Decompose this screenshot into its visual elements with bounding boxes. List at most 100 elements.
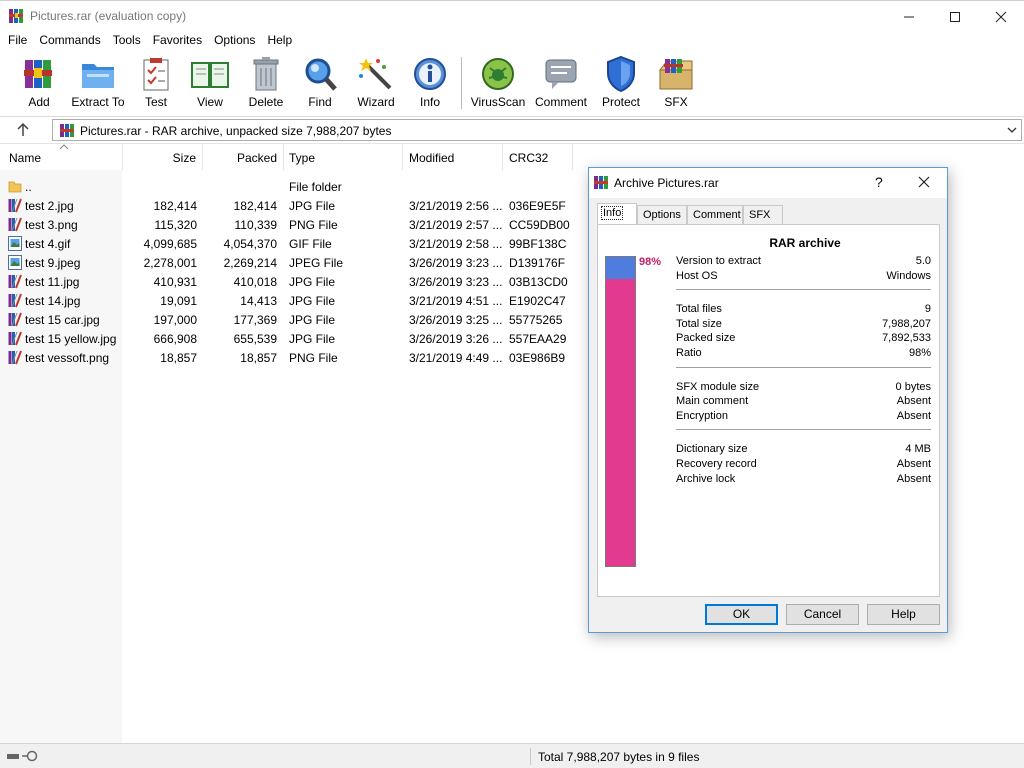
cell-packed: 110,339 bbox=[234, 218, 278, 232]
add-button[interactable]: Add bbox=[19, 54, 59, 112]
close-button[interactable] bbox=[978, 1, 1024, 32]
cell-type: File folder bbox=[289, 180, 342, 194]
extract-to-button[interactable]: Extract To bbox=[70, 54, 126, 112]
up-arrow-icon[interactable] bbox=[14, 121, 32, 139]
info-button[interactable]: Info bbox=[410, 54, 450, 112]
table-row[interactable]: test 15 yellow.jpg 666,908 655,539 JPG File… bbox=[0, 329, 600, 348]
table-row[interactable]: test 4.gif 4,099,685 4,054,370 GIF File 3/21… bbox=[0, 234, 600, 253]
tab-info-label: Info bbox=[601, 206, 624, 220]
wizard-button[interactable]: Wizard bbox=[354, 54, 398, 112]
virus-scan-button[interactable]: VirusScan bbox=[471, 54, 525, 112]
column-header-modified-label: Modified bbox=[409, 151, 455, 165]
cell-modified: 3/21/2019 4:51 ... bbox=[409, 294, 503, 308]
add-icon bbox=[19, 54, 59, 94]
property-value: Absent bbox=[896, 409, 931, 422]
cell-size: 19,091 bbox=[160, 294, 197, 308]
property-value: Windows bbox=[886, 269, 931, 282]
column-header-modified[interactable]: Modified bbox=[403, 144, 503, 170]
tab-comment[interactable]: Comment bbox=[687, 205, 743, 224]
lock-keys-icon bbox=[7, 750, 38, 762]
wizard-label: Wizard bbox=[357, 95, 395, 109]
cancel-button[interactable]: Cancel bbox=[786, 604, 859, 625]
cell-name: test 2.jpg bbox=[25, 199, 74, 213]
maximize-button[interactable] bbox=[932, 1, 978, 32]
winrar-logo-icon bbox=[9, 9, 23, 23]
menu-favorites[interactable]: Favorites bbox=[147, 31, 208, 51]
comment-icon bbox=[541, 54, 581, 94]
cell-crc32: 55775265 bbox=[509, 313, 563, 327]
column-header-type[interactable]: Type bbox=[284, 144, 403, 170]
info-icon bbox=[410, 54, 450, 94]
close-icon[interactable] bbox=[915, 173, 933, 191]
tab-options[interactable]: Options bbox=[637, 205, 687, 224]
cell-packed: 182,414 bbox=[233, 199, 277, 213]
comment-button[interactable]: Comment bbox=[533, 54, 589, 112]
menu-help[interactable]: Help bbox=[261, 31, 298, 51]
virus-scan-icon bbox=[478, 54, 518, 94]
protect-label: Protect bbox=[601, 95, 640, 109]
cell-type: JPG File bbox=[289, 199, 336, 213]
dialog-help-button[interactable]: ? bbox=[875, 174, 883, 190]
cell-size: 197,000 bbox=[153, 313, 197, 327]
table-row[interactable]: test 9.jpeg 2,278,001 2,269,214 JPEG File 3/… bbox=[0, 253, 600, 272]
table-row[interactable]: test 2.jpg 182,414 182,414 JPG File 3/21/201… bbox=[0, 196, 600, 215]
property-label: Version to extract bbox=[676, 255, 761, 267]
minimize-button[interactable] bbox=[886, 1, 932, 32]
compression-ratio-percent: 98% bbox=[639, 256, 662, 268]
sfx-button[interactable]: SFX bbox=[655, 54, 697, 112]
test-button[interactable]: Test bbox=[136, 54, 176, 112]
cell-packed: 177,369 bbox=[233, 313, 277, 327]
extract-to-label: Extract To bbox=[71, 95, 125, 109]
column-header-packed[interactable]: Packed bbox=[203, 144, 284, 170]
menu-tools[interactable]: Tools bbox=[107, 31, 147, 51]
cell-crc32: 03B13CD0 bbox=[509, 275, 568, 289]
sfx-label: SFX bbox=[664, 95, 688, 109]
property-value: 0 bytes bbox=[895, 380, 931, 393]
delete-icon bbox=[246, 54, 286, 94]
tab-sfx-label: SFX bbox=[749, 209, 771, 221]
view-button[interactable]: View bbox=[188, 54, 232, 112]
archive-path-combobox[interactable]: Pictures.rar - RAR archive, unpacked siz… bbox=[52, 119, 1022, 141]
menu-options[interactable]: Options bbox=[208, 31, 261, 51]
cell-packed: 2,269,214 bbox=[223, 256, 277, 270]
find-button[interactable]: Find bbox=[300, 54, 340, 112]
tab-comment-label: Comment bbox=[693, 209, 741, 221]
column-header-name[interactable]: Name bbox=[0, 144, 123, 170]
table-row[interactable]: test 3.png 115,320 110,339 PNG File 3/21/201… bbox=[0, 215, 600, 234]
table-row[interactable]: test 11.jpg 410,931 410,018 JPG File 3/26/20… bbox=[0, 272, 600, 291]
cell-crc32: CC59DB00 bbox=[509, 218, 570, 232]
column-header-size[interactable]: Size bbox=[123, 144, 203, 170]
image-file-icon bbox=[8, 293, 22, 308]
property-row: Total size 7,988,207 bbox=[676, 318, 931, 333]
delete-button[interactable]: Delete bbox=[246, 54, 286, 112]
chevron-down-icon[interactable] bbox=[1005, 123, 1019, 137]
column-header-crc32[interactable]: CRC32 bbox=[503, 144, 573, 170]
window-title: Pictures.rar (evaluation copy) bbox=[30, 9, 187, 23]
protect-icon bbox=[601, 54, 641, 94]
menu-file[interactable]: File bbox=[2, 31, 33, 51]
cell-packed: 18,857 bbox=[240, 351, 277, 365]
table-row[interactable]: test 14.jpg 19,091 14,413 JPG File 3/21/2019… bbox=[0, 291, 600, 310]
table-row[interactable]: test vessoft.png 18,857 18,857 PNG File 3/21… bbox=[0, 348, 600, 367]
ok-button[interactable]: OK bbox=[705, 604, 778, 625]
cell-type: GIF File bbox=[289, 237, 332, 251]
property-label: SFX module size bbox=[676, 380, 760, 393]
menu-commands[interactable]: Commands bbox=[33, 31, 106, 51]
dialog-title-bar[interactable]: Archive Pictures.rar ? bbox=[589, 168, 947, 198]
cell-name: .. bbox=[25, 180, 32, 194]
property-row: Host OS Windows bbox=[676, 270, 931, 285]
table-row[interactable]: .. File folder bbox=[0, 177, 600, 196]
title-bar: Pictures.rar (evaluation copy) bbox=[0, 0, 1024, 31]
property-row: SFX module size 0 bytes bbox=[676, 381, 931, 396]
tab-sfx[interactable]: SFX bbox=[743, 205, 783, 224]
tab-info[interactable]: Info bbox=[597, 203, 637, 224]
cell-modified: 3/26/2019 3:26 ... bbox=[409, 332, 503, 346]
cell-crc32: 99BF138C bbox=[509, 237, 567, 251]
help-button[interactable]: Help bbox=[867, 604, 940, 625]
table-row[interactable]: test 15 car.jpg 197,000 177,369 JPG File 3/2… bbox=[0, 310, 600, 329]
protect-button[interactable]: Protect bbox=[600, 54, 642, 112]
property-label: Dictionary size bbox=[676, 443, 748, 456]
cell-type: JPG File bbox=[289, 313, 336, 327]
property-row: Total files 9 bbox=[676, 303, 931, 318]
cell-type: JPG File bbox=[289, 294, 336, 308]
